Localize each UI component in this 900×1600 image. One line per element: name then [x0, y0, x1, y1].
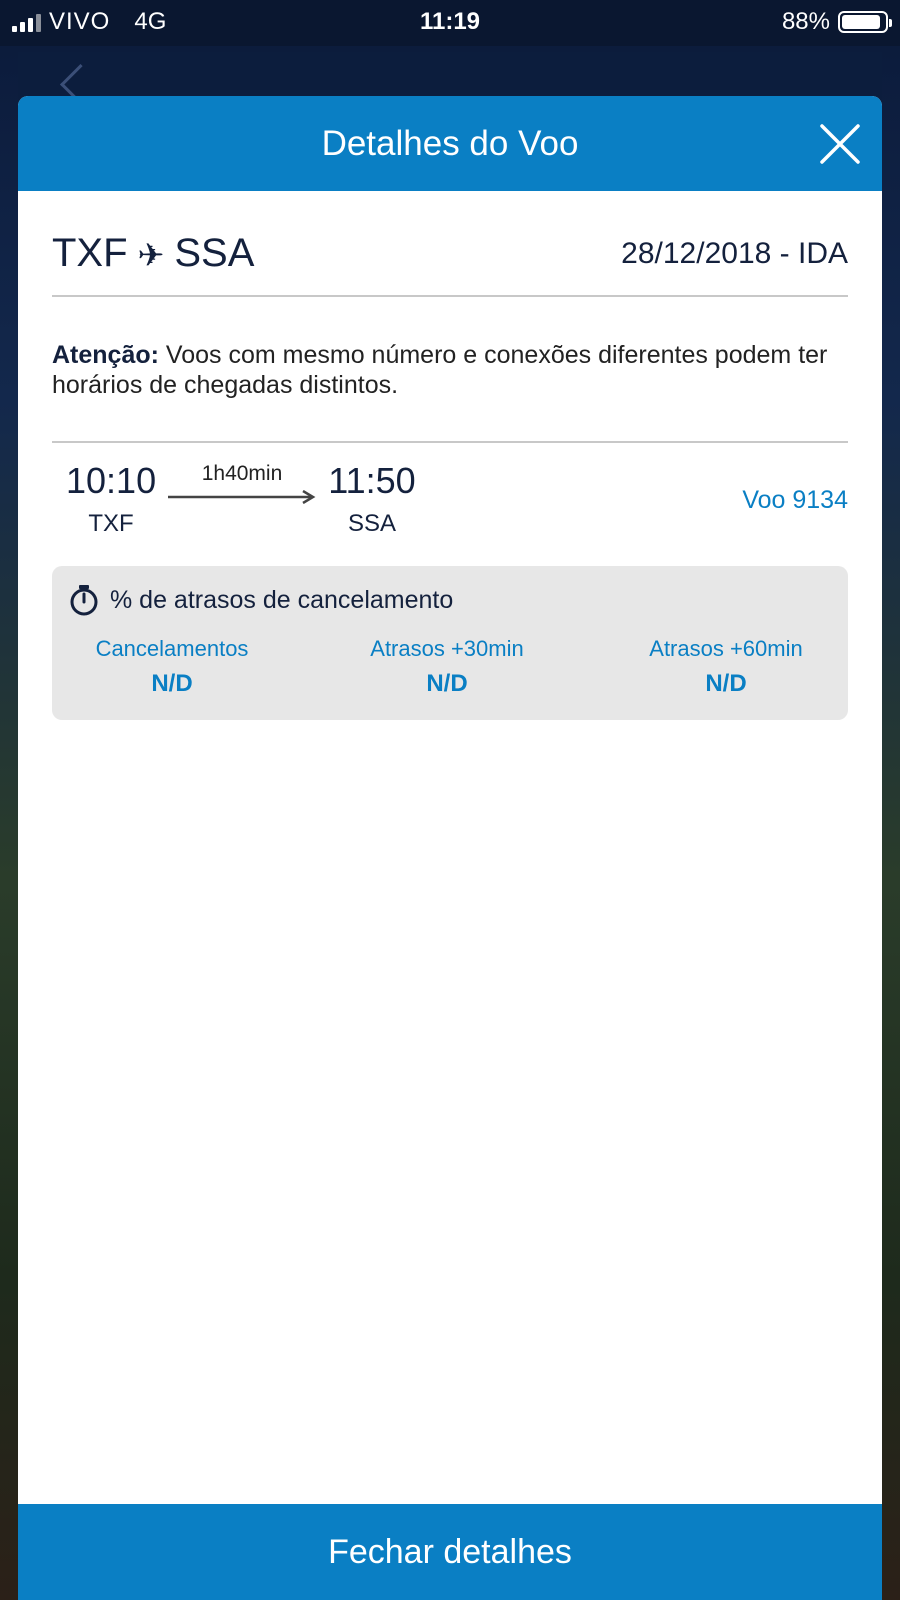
- divider: [52, 441, 848, 443]
- notice-text: Voos com mesmo número e conexões diferen…: [52, 341, 828, 399]
- divider: [52, 295, 848, 297]
- route-row: TXF ✈ SSA 28/12/2018 - IDA: [52, 231, 848, 291]
- stats-panel: % de atrasos de cancelamento Cancelament…: [52, 566, 848, 720]
- stat-delays-30: Atrasos +30min N/D: [327, 636, 567, 698]
- close-icon: [820, 124, 860, 164]
- notice-label: Atenção:: [52, 341, 159, 369]
- arrival-time: 11:50: [328, 460, 416, 501]
- stat-label: Atrasos +60min: [649, 636, 803, 661]
- close-button[interactable]: [818, 122, 862, 166]
- arrival-code: SSA: [347, 510, 397, 537]
- flight-duration: 1h40min: [201, 462, 283, 485]
- battery-percent: 88%: [781, 8, 830, 35]
- stat-value: N/D: [705, 670, 747, 697]
- close-details-button[interactable]: Fechar detalhes: [18, 1504, 882, 1600]
- status-bar: VIVO 4G 11:19 88%: [0, 0, 900, 46]
- battery-icon: [838, 11, 892, 33]
- flight-details-modal: Detalhes do Voo TXF ✈ SSA 28/12/2018 - IDA…: [18, 96, 882, 1600]
- stat-value: N/D: [151, 670, 193, 697]
- modal-title: Detalhes do Voo: [321, 124, 579, 163]
- stat-delays-60: Atrasos +60min N/D: [606, 636, 846, 698]
- stopwatch-icon: [70, 585, 98, 616]
- stat-label: Cancelamentos: [95, 636, 249, 661]
- airplane-icon: ✈: [137, 237, 165, 273]
- flight-segment: 10:10 TXF 1h40min 11:50 SSA Voo 9134: [52, 460, 848, 570]
- stats-title-text: % de atrasos de cancelamento: [110, 585, 454, 614]
- route-destination: SSA: [174, 231, 255, 275]
- stat-cancellations: Cancelamentos N/D: [52, 636, 292, 698]
- attention-notice: Atenção: Voos com mesmo número e conexõe…: [52, 340, 848, 400]
- route-summary: TXF ✈ SSA: [52, 231, 254, 276]
- stat-label: Atrasos +30min: [370, 636, 524, 661]
- departure-time: 10:10: [66, 460, 157, 501]
- stats-title: % de atrasos de cancelamento: [68, 584, 453, 616]
- modal-header: Detalhes do Voo: [18, 96, 882, 191]
- flight-date: 28/12/2018 - IDA: [621, 237, 848, 270]
- status-time: 11:19: [419, 8, 481, 35]
- stat-value: N/D: [426, 670, 468, 697]
- flight-number-link[interactable]: Voo 9134: [742, 486, 848, 515]
- departure-code: TXF: [88, 510, 134, 537]
- route-origin: TXF: [52, 231, 128, 275]
- status-right: 88%: [781, 8, 892, 36]
- arrow-right-icon: [168, 490, 316, 504]
